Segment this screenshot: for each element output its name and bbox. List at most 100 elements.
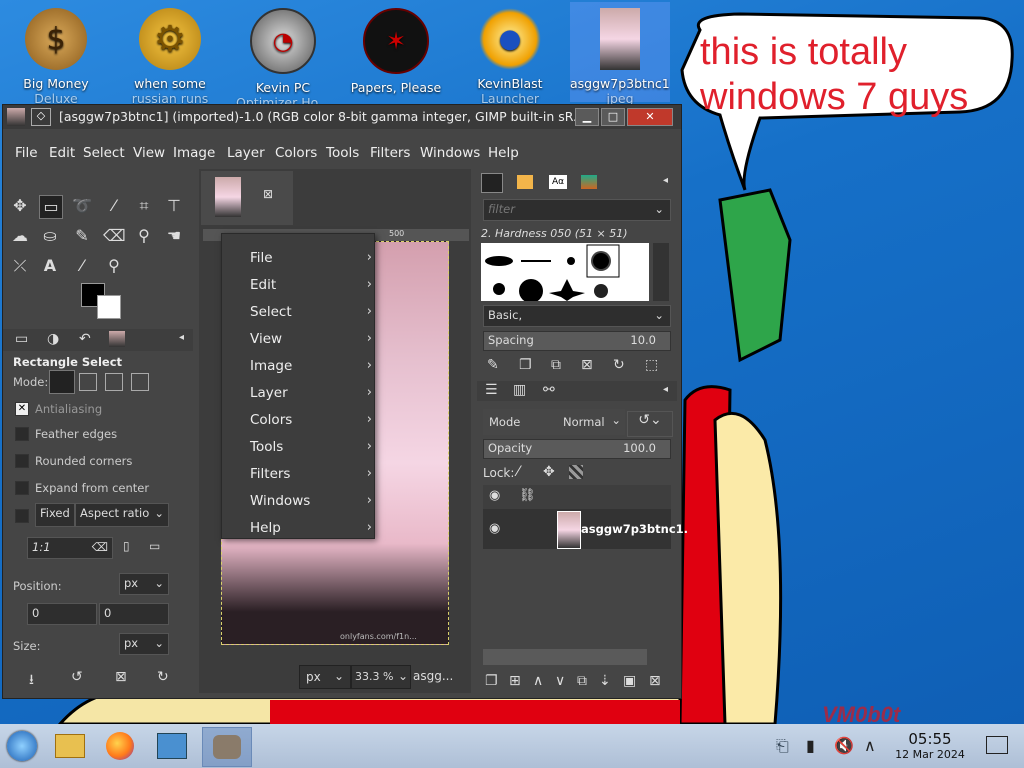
- position-unit-dropdown[interactable]: px ⌄: [119, 573, 169, 595]
- mode-replace-icon[interactable]: [49, 370, 75, 394]
- lock-position-icon[interactable]: ✥: [543, 464, 555, 480]
- desktop-icon-image-file[interactable]: asggw7p3btnc1. jpeg: [570, 2, 670, 106]
- brush-filter-input[interactable]: filter ⌄: [483, 199, 671, 221]
- ctx-edit[interactable]: Edit ›: [250, 277, 372, 293]
- document-history-tab-icon[interactable]: [581, 175, 597, 189]
- text-tool-icon[interactable]: A: [39, 255, 61, 277]
- mode-subtract-icon[interactable]: [105, 373, 123, 391]
- desktop-icon-russian[interactable]: ⚙ when somerussian runs a...: [120, 2, 220, 106]
- new-layer-icon[interactable]: ❐: [485, 673, 498, 689]
- reset-icon[interactable]: ↻: [157, 669, 169, 685]
- menu-filters[interactable]: Filters: [370, 145, 410, 161]
- tool-options-tab-icon[interactable]: ▭: [15, 331, 28, 347]
- fuzzy-select-tool-icon[interactable]: ⁄: [103, 195, 125, 217]
- lower-layer-icon[interactable]: ∨: [555, 673, 565, 689]
- portrait-icon[interactable]: ▯: [123, 539, 130, 553]
- restore-preset-icon[interactable]: ↺: [71, 669, 83, 685]
- ctx-colors[interactable]: Colors ›: [250, 412, 372, 428]
- title-bar[interactable]: ◇ [asggw7p3btnc1] (imported)-1.0 (RGB co…: [3, 105, 681, 129]
- layers-scrollbar[interactable]: [483, 649, 647, 665]
- close-button[interactable]: ✕: [627, 108, 673, 126]
- desktop-icon-kevin-pc[interactable]: ◔ Kevin PC Optimizer Ho...: [233, 2, 333, 110]
- close-icon[interactable]: ⊠: [263, 187, 273, 201]
- paintbrush-icon[interactable]: ✎: [71, 225, 93, 247]
- mode-intersect-icon[interactable]: [131, 373, 149, 391]
- menu-layer[interactable]: Layer: [227, 145, 265, 161]
- menu-view[interactable]: View: [133, 145, 165, 161]
- taskbar-control-panel[interactable]: [152, 727, 192, 765]
- device-status-tab-icon[interactable]: ◑: [47, 331, 59, 347]
- taskbar-explorer[interactable]: [50, 727, 90, 765]
- rounded-corners-checkbox[interactable]: [15, 454, 29, 468]
- menu-windows[interactable]: Windows: [420, 145, 480, 161]
- eraser-icon[interactable]: ⌫: [103, 225, 126, 247]
- desktop-icon-kevinblast[interactable]: ● KevinBlast Launcher: [460, 2, 560, 106]
- unified-transform-icon[interactable]: ⊤: [163, 195, 185, 217]
- unit-dropdown[interactable]: px ⌄: [299, 665, 351, 689]
- brushes-tab-icon[interactable]: [481, 173, 503, 193]
- refresh-brushes-icon[interactable]: ↻: [613, 357, 625, 373]
- opacity-slider[interactable]: Opacity 100.0: [483, 439, 671, 459]
- rect-select-tool-icon[interactable]: ▭: [39, 195, 63, 219]
- brush-scrollbar[interactable]: [653, 243, 669, 301]
- fixed-checkbox[interactable]: [15, 509, 29, 523]
- save-preset-icon[interactable]: ⭳: [29, 669, 34, 693]
- crop-tool-icon[interactable]: ⌗: [133, 195, 155, 217]
- zoom-dropdown[interactable]: 33.3 % ⌄: [351, 665, 411, 689]
- ctx-layer[interactable]: Layer ›: [250, 385, 372, 401]
- lasso-tool-icon[interactable]: ➰: [71, 195, 93, 217]
- paths-tab-icon[interactable]: ⚯: [543, 382, 555, 398]
- ctx-filters[interactable]: Filters ›: [250, 466, 372, 482]
- dock-menu-icon[interactable]: ◂: [663, 175, 668, 186]
- position-y-input[interactable]: 0: [99, 603, 169, 625]
- position-x-input[interactable]: 0: [27, 603, 97, 625]
- duplicate-brush-icon[interactable]: ⧉: [551, 357, 561, 373]
- undo-history-tab-icon[interactable]: ↶: [79, 331, 91, 347]
- antialiasing-checkbox[interactable]: ✕: [15, 402, 29, 416]
- background-color-swatch[interactable]: [97, 295, 121, 319]
- taskbar-gimp[interactable]: [202, 727, 252, 767]
- bucket-fill-icon[interactable]: ⛀: [39, 225, 61, 247]
- menu-help[interactable]: Help: [488, 145, 519, 161]
- ratio-input[interactable]: 1:1 ⌫: [27, 537, 113, 559]
- ctx-windows[interactable]: Windows ›: [250, 493, 372, 509]
- expand-center-checkbox[interactable]: [15, 481, 29, 495]
- desktop-icon-big-money[interactable]: $ Big Money Deluxe: [6, 2, 106, 106]
- show-desktop-icon[interactable]: [986, 736, 1008, 754]
- images-tab-icon[interactable]: [109, 331, 125, 347]
- ctx-tools[interactable]: Tools ›: [250, 439, 372, 455]
- menu-colors[interactable]: Colors: [275, 145, 317, 161]
- layer-row[interactable]: ◉ asggw7p3btnc1.: [483, 509, 688, 549]
- move-tool-icon[interactable]: ✥: [9, 195, 31, 217]
- menu-edit[interactable]: Edit: [49, 145, 75, 161]
- layer-mode-dropdown[interactable]: Mode Normal ⌄: [483, 409, 625, 435]
- color-picker-icon[interactable]: ⁄: [71, 255, 93, 277]
- edit-brush-icon[interactable]: ✎: [487, 357, 499, 373]
- image-tab[interactable]: ⊠: [201, 171, 293, 225]
- minimize-button[interactable]: ▁: [575, 108, 599, 126]
- menu-select[interactable]: Select: [83, 145, 125, 161]
- ctx-view[interactable]: View ›: [250, 331, 372, 347]
- menu-tools[interactable]: Tools: [326, 145, 359, 161]
- eye-icon[interactable]: ◉: [489, 521, 500, 536]
- menu-image[interactable]: Image: [173, 145, 215, 161]
- layers-tab-icon[interactable]: ☰: [485, 382, 498, 398]
- menu-file[interactable]: File: [15, 145, 38, 161]
- window-menu-icon[interactable]: ◇: [31, 108, 51, 126]
- clone-tool-icon[interactable]: ⚲: [133, 225, 155, 247]
- ctx-image[interactable]: Image ›: [250, 358, 372, 374]
- size-unit-dropdown[interactable]: px ⌄: [119, 633, 169, 655]
- dock-menu-icon[interactable]: ◂: [179, 332, 184, 343]
- channels-tab-icon[interactable]: ▥: [513, 382, 526, 398]
- delete-brush-icon[interactable]: ⊠: [581, 357, 593, 373]
- volume-muted-icon[interactable]: 🔇: [834, 736, 854, 755]
- battery-icon[interactable]: ▮: [806, 736, 815, 755]
- landscape-icon[interactable]: ▭: [149, 539, 160, 553]
- warp-tool-icon[interactable]: ☁: [9, 225, 31, 247]
- chevron-up-icon[interactable]: ∧: [864, 736, 876, 755]
- lock-alpha-icon[interactable]: [569, 465, 583, 479]
- merge-down-icon[interactable]: ⇣: [599, 673, 611, 689]
- clear-icon[interactable]: ⌫: [92, 540, 108, 554]
- raise-layer-icon[interactable]: ∧: [533, 673, 543, 689]
- start-button[interactable]: [2, 727, 42, 765]
